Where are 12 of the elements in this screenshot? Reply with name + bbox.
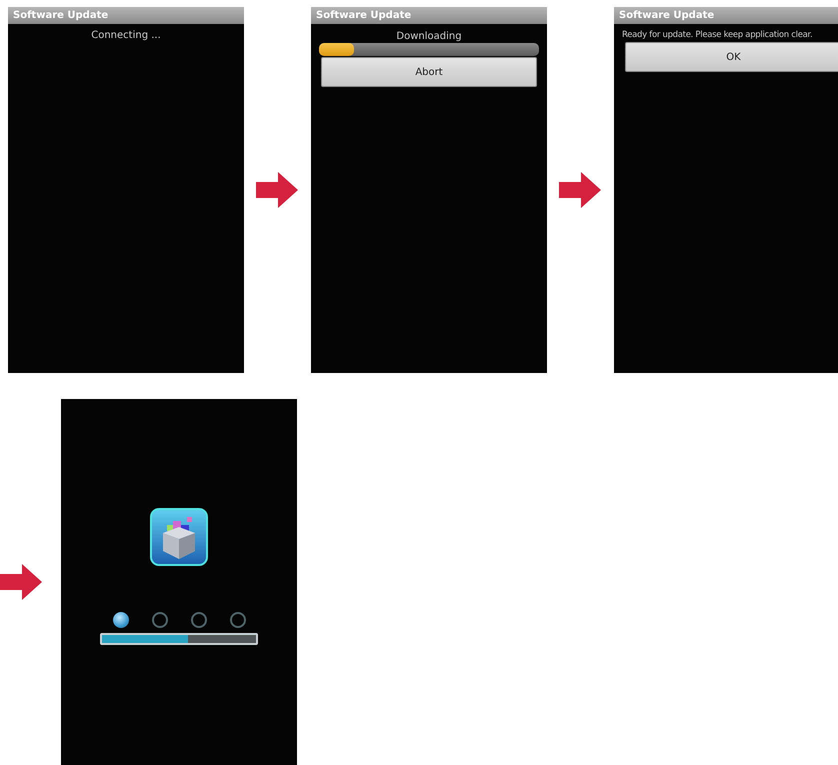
ok-button[interactable]: OK (625, 42, 838, 72)
status-message: Connecting ... (91, 29, 161, 41)
window-title: Software Update (614, 7, 838, 24)
app-box-icon (149, 507, 209, 567)
abort-button[interactable]: Abort (321, 57, 537, 87)
window-title: Software Update (8, 7, 244, 24)
arrow-right-icon (0, 564, 42, 600)
arrow-right-icon (559, 172, 601, 208)
status-message: Downloading (396, 30, 462, 42)
window-title: Software Update (311, 7, 547, 24)
status-message: Ready for update. Please keep application clear. (621, 29, 812, 40)
arrow-right-icon (256, 172, 298, 208)
